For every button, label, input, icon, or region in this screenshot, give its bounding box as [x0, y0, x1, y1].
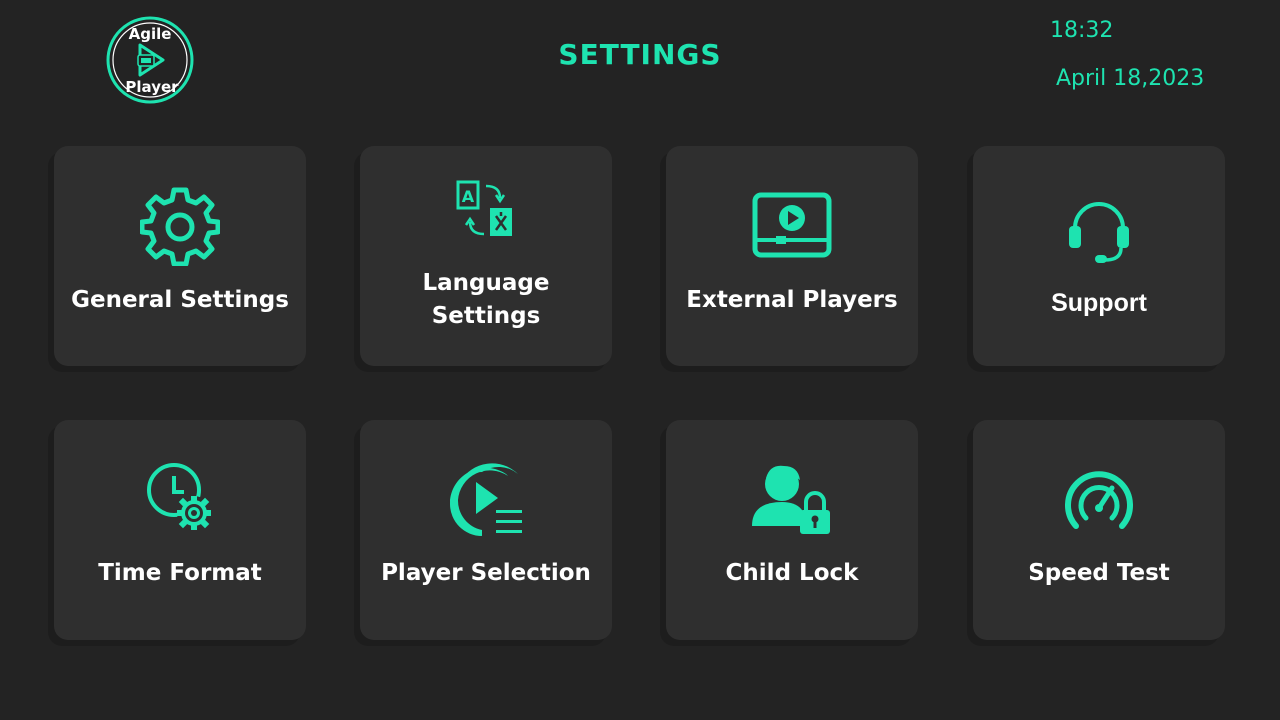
tile-label-external-players: External Players — [686, 287, 898, 313]
tile-label-language-line1: Language — [422, 270, 550, 296]
tile-time-format[interactable]: Time Format — [54, 420, 306, 640]
tile-label-general-settings: General Settings — [71, 287, 289, 313]
language-translate-icon: A — [360, 180, 612, 240]
headset-icon — [973, 198, 1225, 266]
settings-screen: Agile Player SETTINGS 18:32 April 18,202… — [0, 0, 1280, 720]
child-lock-icon — [666, 462, 918, 536]
clock-gear-icon — [54, 462, 306, 534]
video-player-icon — [666, 192, 918, 258]
tile-player-selection[interactable]: Player Selection — [360, 420, 612, 640]
logo-text-bottom: Player — [125, 78, 179, 96]
speedometer-icon — [973, 468, 1225, 530]
svg-text:A: A — [462, 187, 475, 206]
tile-child-lock[interactable]: Child Lock — [666, 420, 918, 640]
tile-support[interactable]: Support — [973, 146, 1225, 366]
clock-time: 18:32 — [1050, 18, 1114, 43]
tile-label-language-line2: Settings — [431, 303, 541, 329]
tile-label-speed-test: Speed Test — [1028, 560, 1170, 586]
tile-label-time-format: Time Format — [98, 560, 262, 586]
clock-date: April 18,2023 — [1056, 66, 1205, 91]
tile-label-language-settings: Language Settings — [360, 267, 612, 333]
tile-label-player-selection: Player Selection — [381, 560, 591, 586]
tile-speed-test[interactable]: Speed Test — [973, 420, 1225, 640]
tile-language-settings[interactable]: A Language Settings — [360, 146, 612, 366]
tile-general-settings[interactable]: General Settings — [54, 146, 306, 366]
tile-label-support: Support — [1051, 289, 1147, 317]
play-list-icon — [360, 460, 612, 538]
gear-icon — [54, 186, 306, 266]
tile-label-child-lock: Child Lock — [725, 560, 859, 586]
tile-external-players[interactable]: External Players — [666, 146, 918, 366]
